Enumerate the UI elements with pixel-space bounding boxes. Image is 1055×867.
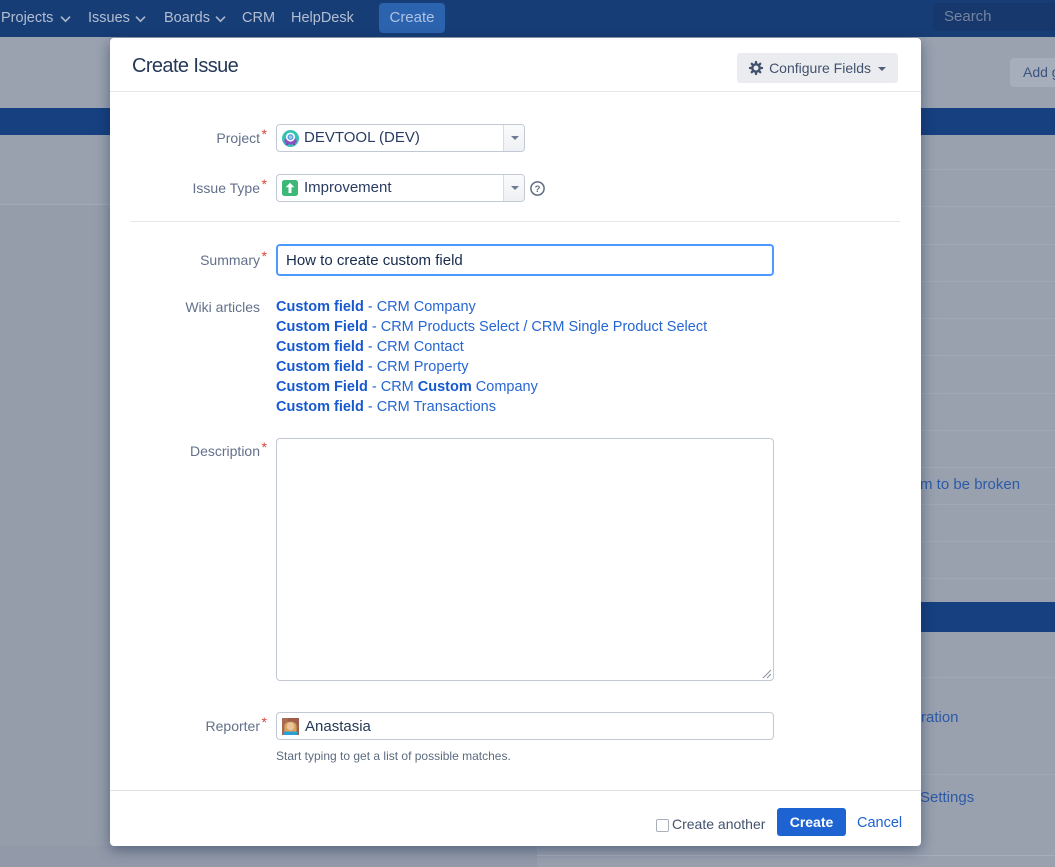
svg-text:?: ? — [535, 184, 541, 195]
